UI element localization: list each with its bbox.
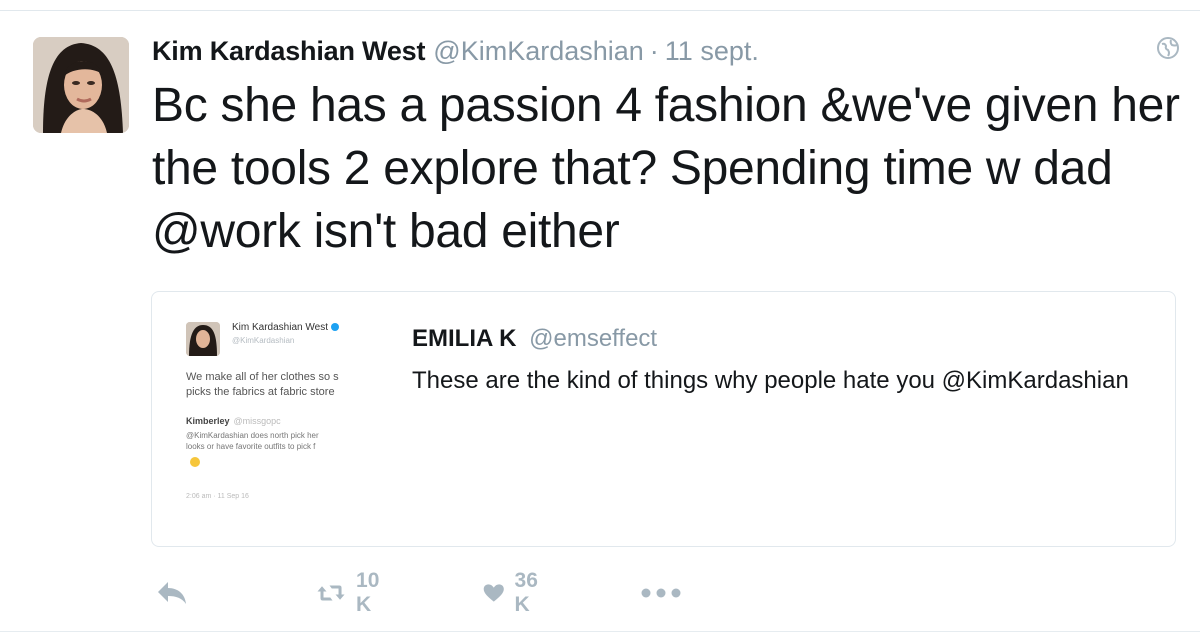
quoted-author-name[interactable]: EMILIA K bbox=[412, 325, 516, 352]
verified-icon bbox=[330, 323, 339, 332]
screenshot-reply-author: Kimberley @missgopc bbox=[186, 416, 281, 426]
like-button[interactable]: 36 K bbox=[483, 569, 546, 616]
heart-icon bbox=[483, 584, 504, 602]
screenshot-text-line: picks the fabrics at fabric store bbox=[186, 386, 335, 398]
avatar-image bbox=[33, 37, 129, 133]
bottom-divider bbox=[0, 631, 1200, 632]
retweet-count: 10 K bbox=[356, 569, 380, 616]
screenshot-reply-line: @KimKardashian does north pick her bbox=[186, 431, 319, 440]
top-divider bbox=[0, 10, 1200, 11]
quoted-tweet-image[interactable]: Kim Kardashian West @KimKardashian We ma… bbox=[180, 314, 388, 526]
screenshot-text-line: We make all of her clothes so s bbox=[186, 371, 339, 383]
screenshot-text: We make all of her clothes so s picks th… bbox=[186, 370, 386, 400]
emoji-icon bbox=[190, 457, 200, 467]
screenshot-reply-text: @KimKardashian does north pick her looks… bbox=[186, 430, 386, 452]
tweet-text: Bc she has a passion 4 fashion &we've gi… bbox=[152, 79, 1180, 258]
reply-icon bbox=[158, 582, 186, 604]
author-name[interactable]: Kim Kardashian West bbox=[152, 36, 425, 67]
author-avatar[interactable] bbox=[33, 37, 129, 133]
retweet-icon bbox=[317, 585, 345, 601]
retweet-button[interactable]: 10 K bbox=[316, 569, 389, 616]
screenshot-reply-line: looks or have favorite outfits to pick f bbox=[186, 442, 316, 451]
reply-button[interactable] bbox=[156, 573, 188, 613]
quoted-tweet-text: These are the kind of things why people … bbox=[412, 367, 1129, 394]
quoted-tweet-card[interactable]: Kim Kardashian West @KimKardashian We ma… bbox=[151, 291, 1176, 547]
screenshot-timestamp: 2:06 am · 11 Sep 16 bbox=[186, 493, 249, 500]
globe-icon[interactable] bbox=[1156, 36, 1180, 60]
quoted-author-handle[interactable]: @emseffect bbox=[529, 325, 657, 352]
screenshot-author-name: Kim Kardashian West bbox=[232, 322, 339, 333]
screenshot-author-handle: @KimKardashian bbox=[232, 336, 295, 345]
tweet-date[interactable]: 11 sept. bbox=[665, 36, 759, 67]
header-separator: · bbox=[649, 36, 659, 66]
like-count: 36 K bbox=[514, 569, 538, 616]
more-icon bbox=[641, 588, 681, 598]
tweet-header: Kim Kardashian West @KimKardashian · 11 … bbox=[152, 36, 759, 70]
more-button[interactable] bbox=[640, 573, 682, 613]
screenshot-avatar bbox=[186, 322, 220, 356]
author-handle[interactable]: @KimKardashian bbox=[433, 36, 644, 67]
quoted-tweet-header: EMILIA K @emseffect bbox=[412, 325, 657, 353]
